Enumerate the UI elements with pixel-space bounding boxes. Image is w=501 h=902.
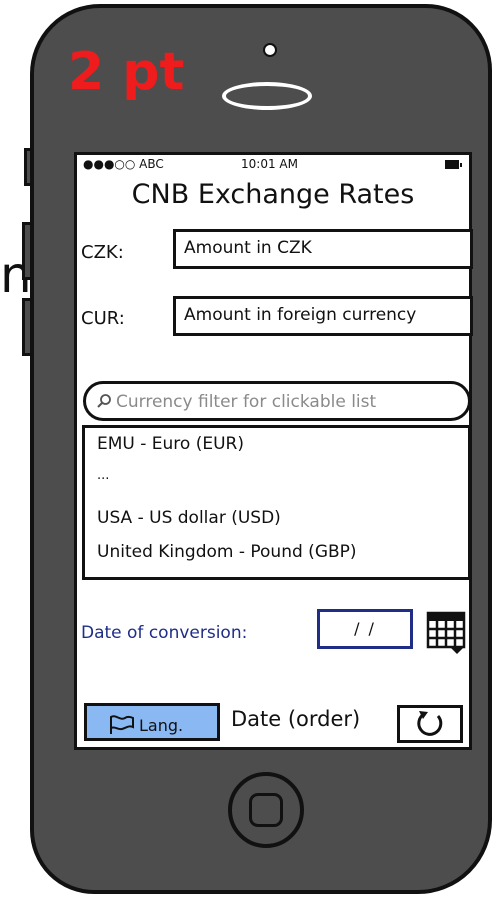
language-button[interactable]: Lang.: [84, 703, 220, 741]
currency-list: EMU - Euro (EUR) ... USA - US dollar (US…: [82, 425, 471, 580]
battery-icon: [445, 160, 462, 169]
search-icon: [97, 394, 111, 408]
status-bar: ●●●○○ ABC 10:01 AM: [83, 157, 462, 175]
czk-label: CZK:: [81, 242, 124, 263]
list-item[interactable]: United Kingdom - Pound (GBP): [97, 542, 357, 562]
language-button-label: Lang.: [139, 716, 184, 735]
list-item[interactable]: ...: [97, 468, 109, 483]
refresh-icon: [417, 711, 443, 736]
carrier-signal: ●●●○○ ABC: [83, 157, 164, 171]
status-time: 10:01 AM: [241, 157, 298, 171]
home-button-icon: [249, 793, 283, 827]
refresh-button[interactable]: [397, 705, 463, 743]
date-label: Date of conversion:: [81, 623, 248, 643]
phone-screen: ●●●○○ ABC 10:01 AM CNB Exchange Rates CZ…: [74, 152, 473, 750]
annotation-badge: 2 pt: [68, 42, 185, 102]
date-order-label[interactable]: Date (order): [231, 707, 360, 731]
czk-amount-input[interactable]: Amount in CZK: [173, 229, 473, 269]
currency-filter-placeholder: Currency filter for clickable list: [116, 392, 377, 412]
flag-icon: [110, 715, 134, 734]
app-title: CNB Exchange Rates: [131, 179, 415, 210]
home-button[interactable]: [228, 772, 304, 848]
cur-amount-input[interactable]: Amount in foreign currency: [173, 296, 473, 336]
calendar-icon[interactable]: [426, 611, 468, 655]
list-item[interactable]: EMU - Euro (EUR): [97, 434, 244, 454]
currency-filter-input[interactable]: Currency filter for clickable list: [83, 381, 471, 421]
front-camera: [263, 43, 277, 57]
date-input[interactable]: / /: [317, 609, 413, 649]
list-item[interactable]: USA - US dollar (USD): [97, 508, 281, 528]
speaker-grille: [222, 82, 312, 110]
cur-label: CUR:: [81, 308, 125, 329]
